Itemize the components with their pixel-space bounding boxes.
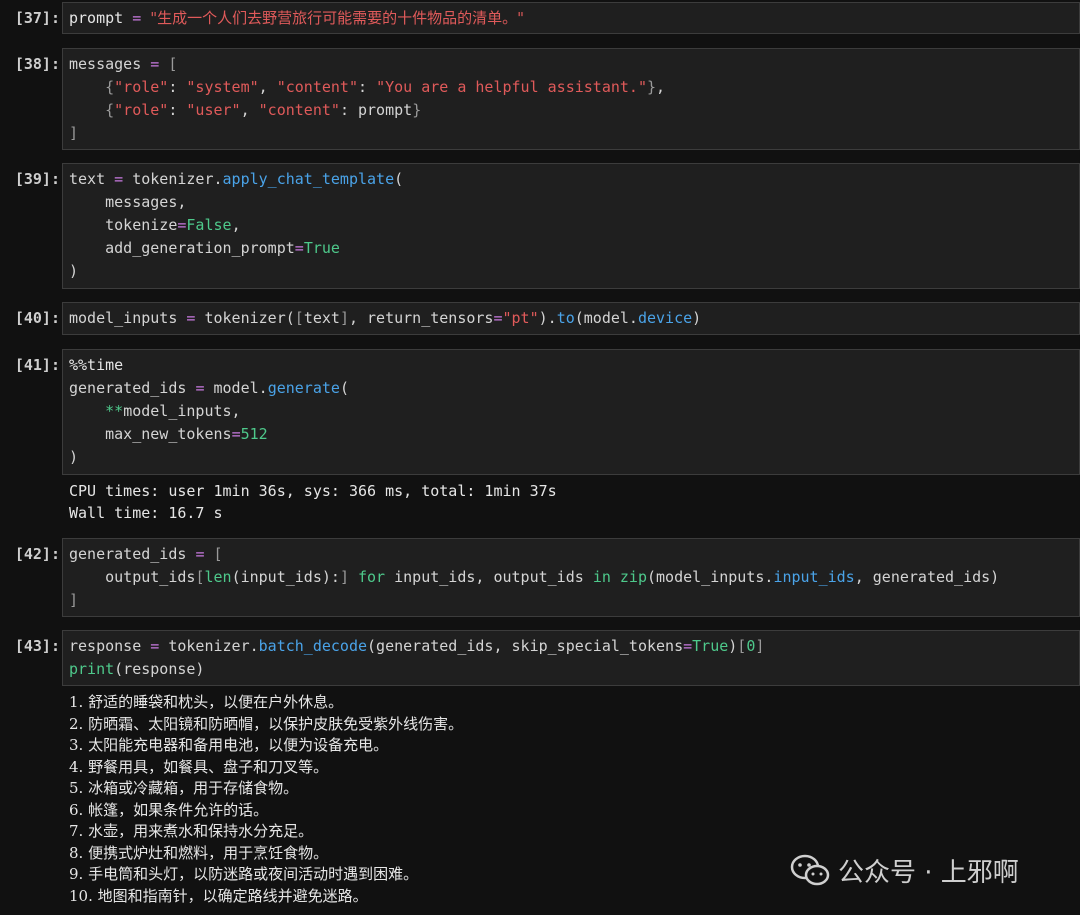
cell-input[interactable]: prompt = "生成一个人们去野营旅行可能需要的十件物品的清单。" (62, 2, 1080, 34)
code-line: generated_ids = [ (69, 545, 223, 563)
code-line: ] (69, 124, 79, 142)
cell-input[interactable]: text = tokenizer.apply_chat_template( me… (62, 163, 1080, 289)
watermark: 公众号 · 上邪啊 (790, 852, 1019, 889)
code-line: model_inputs = tokenizer([text], return_… (69, 309, 702, 327)
cell-prompt-number: [42]: (14, 545, 60, 563)
cell-input[interactable]: generated_ids = [ output_ids[len(input_i… (62, 538, 1080, 617)
cell-prompt-number: [41]: (14, 356, 60, 374)
wechat-icon (790, 854, 830, 885)
output-line: 3. 太阳能充电器和备用电池，以便为设备充电。 (69, 736, 389, 754)
cell-output: CPU times: user 1min 36s, sys: 366 ms, t… (62, 481, 1080, 524)
code-line: response = tokenizer.batch_decode(genera… (69, 637, 765, 655)
cell-prompt-number: [38]: (14, 55, 60, 73)
output-line: 6. 帐篷，如果条件允许的话。 (69, 800, 269, 819)
code-line: {"role": "system", "content": "You are a… (105, 78, 666, 96)
code-line: messages, (69, 193, 187, 211)
cell-input[interactable]: model_inputs = tokenizer([text], return_… (62, 302, 1080, 335)
cell-prompt-number: [39]: (14, 170, 60, 188)
code-line: print(response) (69, 660, 205, 678)
code-line: add_generation_prompt=True (69, 239, 340, 257)
output-line: 5. 冰箱或冷藏箱，用于存储食物。 (69, 779, 299, 797)
code-line: messages = [ (69, 55, 178, 73)
cell-input[interactable]: response = tokenizer.batch_decode(genera… (62, 630, 1080, 686)
output-line: 1. 舒适的睡袋和枕头，以便在户外休息。 (69, 693, 344, 711)
code-line: **model_inputs, (105, 402, 241, 420)
output-line: Wall time: 16.7 s (69, 503, 223, 522)
code-line: ] (69, 591, 79, 609)
code-line: tokenize=False, (69, 216, 241, 234)
code-line: ) (69, 448, 79, 466)
output-line: 4. 野餐用具，如餐具、盘子和刀叉等。 (69, 757, 329, 776)
code-line: {"role": "user", "content": prompt} (105, 101, 422, 119)
cell-prompt-number: [43]: (14, 637, 60, 655)
output-line: 2. 防晒霜、太阳镜和防晒帽，以保护皮肤免受紫外线伤害。 (69, 714, 464, 733)
code-line: generated_ids = model.generate( (69, 379, 349, 397)
code-line: text = tokenizer.apply_chat_template( (69, 170, 404, 188)
code-line: %%time (69, 356, 124, 374)
code-line: output_ids[len(input_ids):] for input_id… (69, 568, 1000, 586)
cell-prompt-number: [40]: (14, 309, 60, 327)
watermark-text: 公众号 · 上邪啊 (838, 858, 1019, 888)
code-line: max_new_tokens=512 (69, 425, 268, 443)
output-line: CPU times: user 1min 36s, sys: 366 ms, t… (69, 482, 557, 500)
cell-prompt-number: [37]: (14, 9, 60, 27)
code-line: prompt = "生成一个人们去野营旅行可能需要的十件物品的清单。" (69, 9, 525, 27)
code-line: ) (69, 262, 79, 280)
output-line: 7. 水壶，用来煮水和保持水分充足。 (69, 822, 314, 840)
cell-input[interactable]: messages = [ {"role": "system", "content… (62, 48, 1080, 150)
cell-input[interactable]: %%time generated_ids = model.generate( *… (62, 349, 1080, 475)
